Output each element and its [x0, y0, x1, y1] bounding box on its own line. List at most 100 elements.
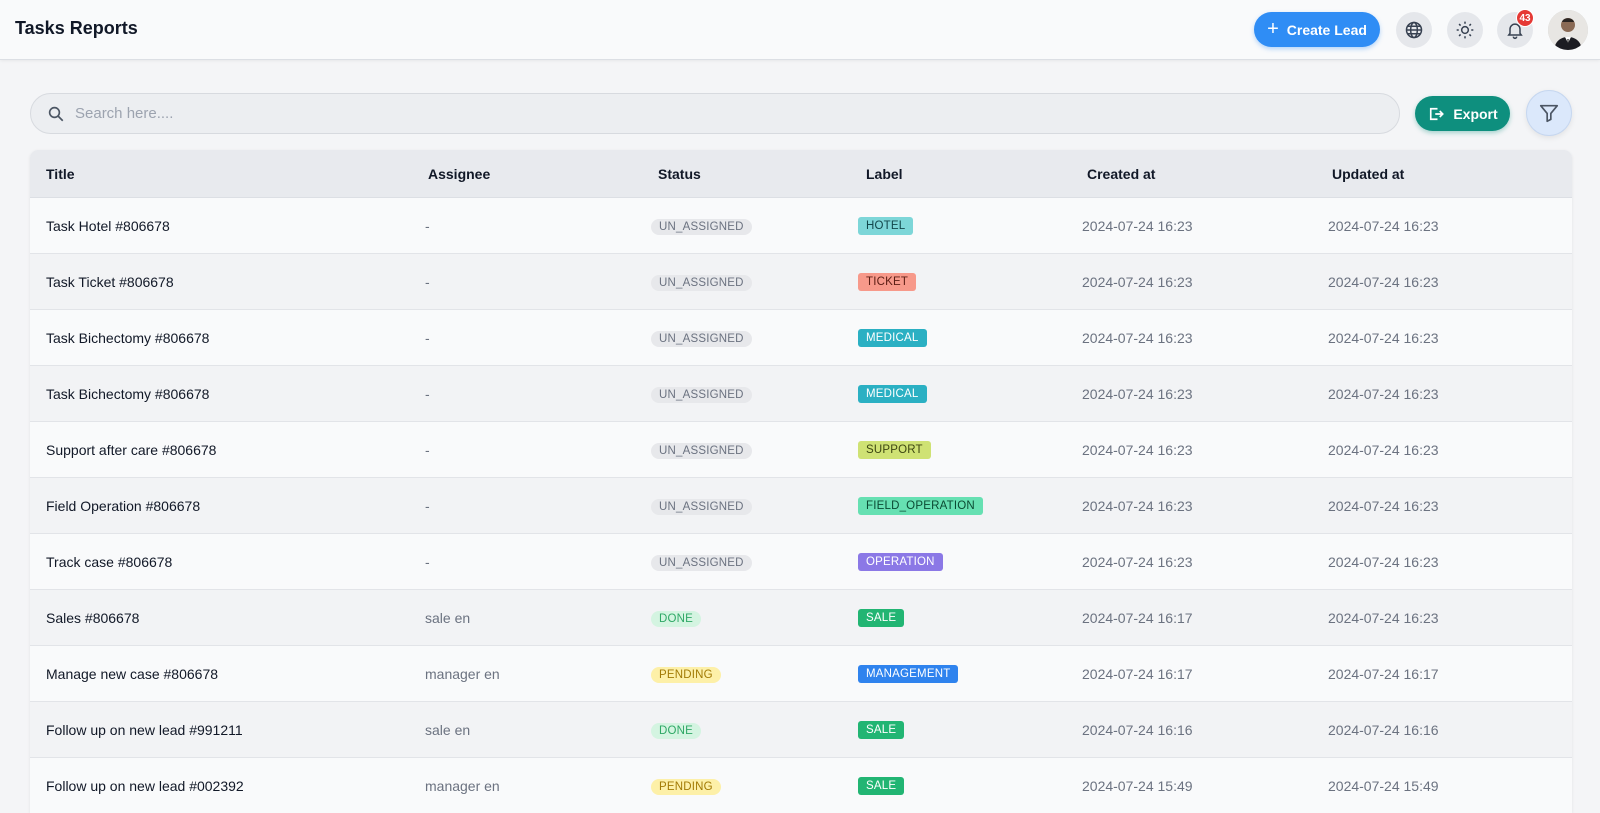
status-badge: UN_ASSIGNED — [651, 442, 752, 459]
task-assignee: manager en — [425, 777, 500, 794]
export-button[interactable]: Export — [1415, 96, 1510, 131]
task-assignee: - — [425, 497, 430, 514]
search-bar[interactable] — [30, 93, 1400, 134]
status-badge: DONE — [651, 610, 702, 627]
created-at: 2024-07-24 16:17 — [1082, 609, 1193, 626]
created-at: 2024-07-24 16:23 — [1082, 217, 1193, 234]
language-button[interactable] — [1396, 12, 1432, 48]
created-at: 2024-07-24 16:16 — [1082, 721, 1193, 738]
task-title[interactable]: Track case #806678 — [46, 554, 172, 570]
table-row[interactable]: Support after care #806678 - UN_ASSIGNED SU… — [30, 422, 1572, 478]
column-header-title[interactable]: Title — [46, 166, 75, 182]
created-at: 2024-07-24 16:23 — [1082, 273, 1193, 290]
status-badge: UN_ASSIGNED — [651, 330, 752, 347]
task-assignee: sale en — [425, 721, 471, 738]
label-tag: FIELD_OPERATION — [858, 497, 983, 515]
table-row[interactable]: Manage new case #806678 manager en PENDING… — [30, 646, 1572, 702]
updated-at: 2024-07-24 16:23 — [1328, 609, 1439, 626]
column-header-label[interactable]: Label — [866, 166, 903, 182]
created-at: 2024-07-24 16:17 — [1082, 665, 1193, 682]
updated-at: 2024-07-24 16:23 — [1328, 329, 1439, 346]
task-title[interactable]: Follow up on new lead #991211 — [46, 722, 243, 738]
created-at: 2024-07-24 15:49 — [1082, 777, 1193, 794]
column-header-status[interactable]: Status — [658, 166, 701, 182]
notifications-button[interactable]: 43 — [1497, 9, 1534, 48]
table-row[interactable]: Task Bichectomy #806678 - UN_ASSIGNED MEDIC… — [30, 310, 1572, 366]
column-header-updated-at[interactable]: Updated at — [1332, 166, 1404, 182]
theme-toggle-button[interactable] — [1447, 12, 1483, 48]
search-icon — [47, 105, 65, 123]
table-row[interactable]: Sales #806678 sale en DONE SALE 2024-07-24 1… — [30, 590, 1572, 646]
task-assignee: - — [425, 385, 430, 402]
task-title[interactable]: Task Ticket #806678 — [46, 274, 174, 290]
updated-at: 2024-07-24 16:23 — [1328, 273, 1439, 290]
task-assignee: manager en — [425, 665, 500, 682]
table-row[interactable]: Task Hotel #806678 - UN_ASSIGNED HOTEL 2024-… — [30, 198, 1572, 254]
status-badge: UN_ASSIGNED — [651, 386, 752, 403]
label-tag: OPERATION — [858, 553, 943, 571]
table-header: Title Assignee Status Label Created at U… — [30, 150, 1572, 198]
label-tag: MEDICAL — [858, 385, 927, 403]
updated-at: 2024-07-24 16:23 — [1328, 553, 1439, 570]
page-title: Tasks Reports — [15, 18, 138, 38]
task-title[interactable]: Follow up on new lead #002392 — [46, 778, 244, 794]
create-lead-label: Create Lead — [1286, 21, 1367, 38]
label-tag: TICKET — [858, 273, 917, 291]
label-tag: SALE — [858, 721, 905, 739]
globe-icon — [1405, 21, 1423, 39]
tasks-table: Title Assignee Status Label Created at U… — [30, 150, 1572, 813]
status-badge: UN_ASSIGNED — [651, 554, 752, 571]
created-at: 2024-07-24 16:23 — [1082, 497, 1193, 514]
task-assignee: - — [425, 273, 430, 290]
avatar[interactable] — [1548, 10, 1588, 50]
table-row[interactable]: Track case #806678 - UN_ASSIGNED OPERATION 2… — [30, 534, 1572, 590]
task-assignee: - — [425, 553, 430, 570]
column-header-created-at[interactable]: Created at — [1087, 166, 1155, 182]
task-assignee: - — [425, 329, 430, 346]
updated-at: 2024-07-24 16:23 — [1328, 385, 1439, 402]
status-badge: UN_ASSIGNED — [651, 274, 752, 291]
updated-at: 2024-07-24 16:16 — [1328, 721, 1439, 738]
task-assignee: - — [425, 441, 430, 458]
table-row[interactable]: Task Bichectomy #806678 - UN_ASSIGNED MEDIC… — [30, 366, 1572, 422]
created-at: 2024-07-24 16:23 — [1082, 441, 1193, 458]
status-badge: PENDING — [651, 778, 721, 795]
task-title[interactable]: Task Bichectomy #806678 — [46, 386, 209, 402]
created-at: 2024-07-24 16:23 — [1082, 385, 1193, 402]
create-lead-button[interactable]: + Create Lead — [1254, 12, 1380, 47]
updated-at: 2024-07-24 15:49 — [1328, 777, 1439, 794]
table-row[interactable]: Follow up on new lead #991211 sale en DONE… — [30, 702, 1572, 758]
task-title[interactable]: Support after care #806678 — [46, 442, 216, 458]
label-tag: MEDICAL — [858, 329, 927, 347]
updated-at: 2024-07-24 16:23 — [1328, 441, 1439, 458]
status-badge: DONE — [651, 722, 702, 739]
table-row[interactable]: Follow up on new lead #002392 manager en P… — [30, 758, 1572, 813]
filter-button[interactable] — [1526, 90, 1572, 136]
task-title[interactable]: Sales #806678 — [46, 610, 139, 626]
export-icon — [1430, 107, 1445, 120]
task-title[interactable]: Field Operation #806678 — [46, 498, 200, 514]
created-at: 2024-07-24 16:23 — [1082, 553, 1193, 570]
status-badge: UN_ASSIGNED — [651, 218, 752, 235]
table-row[interactable]: Task Ticket #806678 - UN_ASSIGNED TICKET 202… — [30, 254, 1572, 310]
updated-at: 2024-07-24 16:23 — [1328, 217, 1439, 234]
table-row[interactable]: Field Operation #806678 - UN_ASSIGNED FIELD… — [30, 478, 1572, 534]
notification-badge: 43 — [1516, 9, 1534, 27]
label-tag: MANAGEMENT — [858, 665, 959, 683]
task-title[interactable]: Manage new case #806678 — [46, 666, 218, 682]
updated-at: 2024-07-24 16:17 — [1328, 665, 1439, 682]
label-tag: SUPPORT — [858, 441, 931, 459]
task-title[interactable]: Task Hotel #806678 — [46, 218, 170, 234]
task-title[interactable]: Task Bichectomy #806678 — [46, 330, 209, 346]
task-assignee: sale en — [425, 609, 471, 626]
column-header-assignee[interactable]: Assignee — [428, 166, 490, 182]
search-input[interactable] — [75, 105, 1399, 122]
label-tag: SALE — [858, 609, 905, 627]
filter-icon — [1539, 104, 1559, 123]
table-body: Task Hotel #806678 - UN_ASSIGNED HOTEL 2024-… — [30, 198, 1572, 813]
label-tag: HOTEL — [858, 217, 914, 235]
plus-icon: + — [1267, 17, 1279, 40]
updated-at: 2024-07-24 16:23 — [1328, 497, 1439, 514]
status-badge: UN_ASSIGNED — [651, 498, 752, 515]
task-assignee: - — [425, 217, 430, 234]
